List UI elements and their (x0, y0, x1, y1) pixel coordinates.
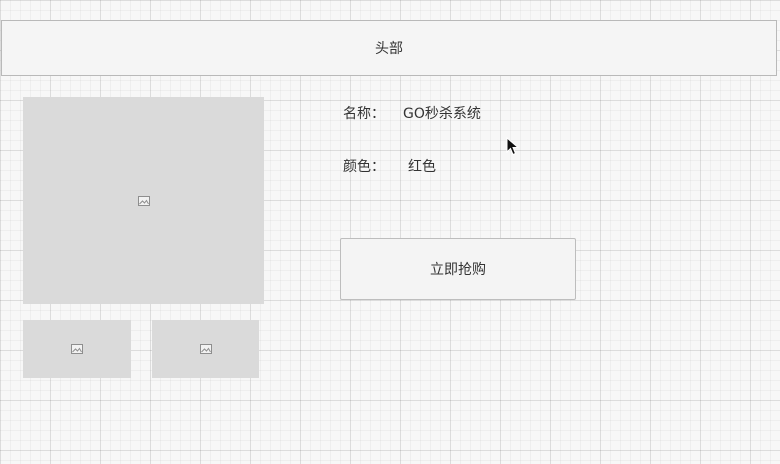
buy-now-button[interactable]: 立即抢购 (340, 238, 576, 300)
thumbnail-image-1[interactable] (23, 320, 131, 378)
buy-now-label: 立即抢购 (430, 262, 486, 278)
header-title: 头部 (375, 41, 403, 57)
product-color-value: 红色 (408, 159, 436, 175)
mouse-cursor-icon (506, 137, 520, 156)
image-placeholder-icon (71, 344, 83, 354)
product-name-label: 名称： (343, 106, 385, 122)
product-color-row: 颜色： 红色 (343, 156, 436, 176)
product-name-value: GO秒杀系统 (403, 106, 481, 122)
main-product-image (23, 97, 264, 304)
thumbnail-image-2[interactable] (152, 320, 259, 378)
product-color-label: 颜色： (343, 159, 385, 175)
image-placeholder-icon (137, 195, 150, 206)
page-header: 头部 (1, 20, 777, 76)
product-name-row: 名称： GO秒杀系统 (343, 103, 481, 123)
image-placeholder-icon (199, 344, 212, 354)
